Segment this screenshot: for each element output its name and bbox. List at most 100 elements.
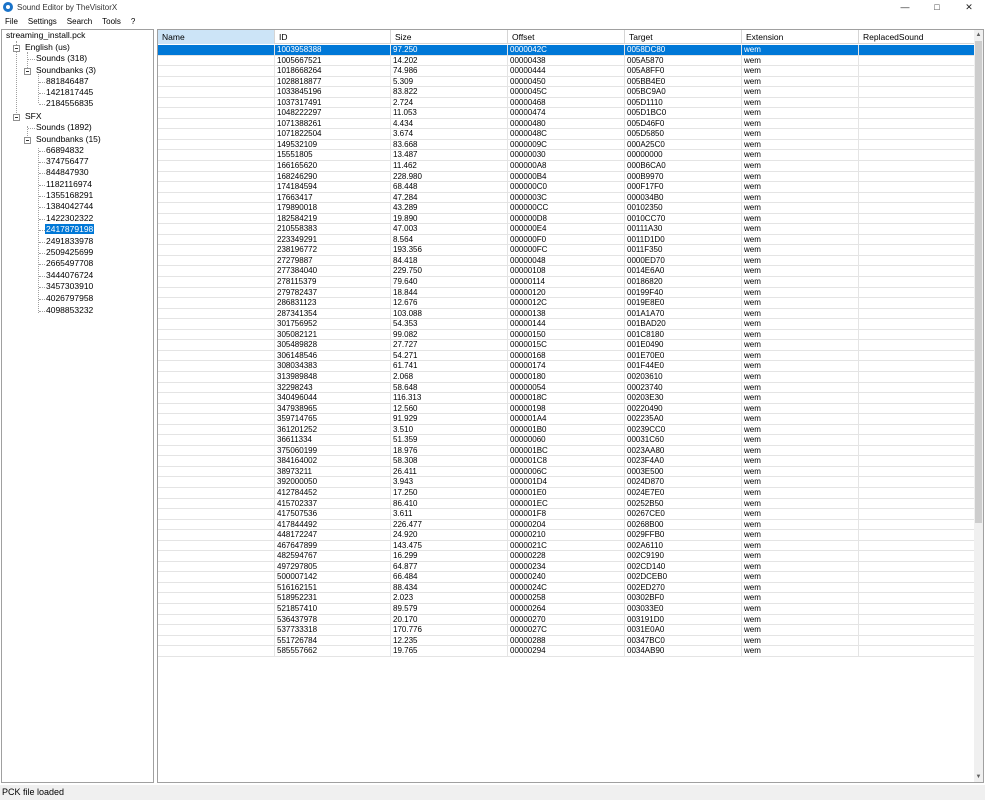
table-row[interactable]: 1018668264 74.986 00000444 005A8FF0 wem	[158, 66, 976, 77]
table-row[interactable]: 392000050 3.943 000001D4 0024D870 wem	[158, 477, 976, 488]
tree-bank[interactable]: 1384042744	[45, 201, 94, 212]
table-row[interactable]: 537733318 170.776 0000027C 0031E0A0 wem	[158, 625, 976, 636]
table-row[interactable]: 1071822504 3.674 0000048C 005D5850 wem	[158, 129, 976, 140]
scroll-up-icon[interactable]: ▲	[974, 30, 983, 40]
table-row[interactable]: 412784452 17.250 000001E0 0024E7E0 wem	[158, 487, 976, 499]
collapse-sfx-soundbanks-icon[interactable]	[24, 137, 31, 144]
column-header-name[interactable]: Name	[158, 30, 275, 44]
table-row[interactable]: 308034383 61.741 00000174 001F44E0 wem	[158, 361, 976, 372]
tree-bank[interactable]: 1422302322	[45, 213, 94, 224]
tree-root[interactable]: streaming_install.pck	[5, 30, 86, 41]
table-row[interactable]: 500007142 66.484 00000240 002DCEB0 wem	[158, 572, 976, 583]
maximize-icon[interactable]: □	[921, 0, 953, 14]
tree-bank[interactable]: 3457303910	[45, 281, 94, 292]
table-row[interactable]: 417507536 3.611 000001F8 00267CE0 wem	[158, 509, 976, 520]
table-row[interactable]: 305082121 99.082 00000150 001C8180 wem	[158, 329, 976, 341]
table-row[interactable]: 36611334 51.359 00000060 00031C60 wem	[158, 435, 976, 446]
tree-node-english-soundbanks[interactable]: Soundbanks (3)	[35, 65, 97, 76]
scroll-down-icon[interactable]: ▼	[974, 772, 983, 782]
tree-bank[interactable]: 844847930	[45, 167, 90, 178]
table-row[interactable]: 32298243 58.648 00000054 00023740 wem	[158, 382, 976, 394]
table-row[interactable]: 467647899 143.475 0000021C 002A6110 wem	[158, 540, 976, 552]
table-row[interactable]: 1003958388 97.250 0000042C 0058DC80 wem	[158, 45, 976, 56]
menu-file[interactable]: File	[0, 17, 23, 26]
tree-node-english[interactable]: English (us)	[24, 42, 71, 53]
column-header-extension[interactable]: Extension	[742, 30, 859, 44]
minimize-icon[interactable]: —	[889, 0, 921, 14]
table-row[interactable]: 277384040 229.750 00000108 0014E6A0 wem	[158, 266, 976, 278]
table-row[interactable]: 1028818877 5.309 00000450 005BB4E0 wem	[158, 76, 976, 88]
table-row[interactable]: 313989848 2.068 00000180 00203610 wem	[158, 371, 976, 383]
table-row[interactable]: 301756952 54.353 00000144 001BAD20 wem	[158, 319, 976, 330]
menu-help[interactable]: ?	[126, 17, 140, 26]
tree-bank-selected[interactable]: 2417879198	[45, 224, 95, 235]
table-row[interactable]: 415702337 86.410 000001EC 00252B50 wem	[158, 498, 976, 510]
menu-search[interactable]: Search	[62, 17, 97, 26]
table-row[interactable]: 497297805 64.877 00000234 002CD140 wem	[158, 561, 976, 573]
table-row[interactable]: 182584219 19.890 000000D8 0010CC70 wem	[158, 213, 976, 225]
table-row[interactable]: 149532109 83.668 0000009C 000A25C0 wem	[158, 139, 976, 151]
table-row[interactable]: 1048222297 11.053 00000474 005D1BC0 wem	[158, 108, 976, 119]
column-header-offset[interactable]: Offset	[508, 30, 625, 44]
column-header-target[interactable]: Target	[625, 30, 742, 44]
column-header-replacedsound[interactable]: ReplacedSound	[859, 30, 976, 44]
table-row[interactable]: 278115379 79.640 00000114 00186820 wem	[158, 277, 976, 288]
tree-bank[interactable]: 2665497708	[45, 258, 94, 269]
tree-bank[interactable]: 2509425699	[45, 247, 94, 258]
scrollbar-thumb[interactable]	[975, 41, 982, 523]
table-row[interactable]: 384164002 58.308 000001C8 0023F4A0 wem	[158, 456, 976, 467]
table-row[interactable]: 17663417 47.284 0000003C 000034B0 wem	[158, 192, 976, 204]
table-row[interactable]: 179890018 43.289 000000CC 00102350 wem	[158, 203, 976, 214]
table-row[interactable]: 238196772 193.356 000000FC 0011F350 wem	[158, 245, 976, 256]
tree-bank[interactable]: 881846487	[45, 76, 90, 87]
collapse-sfx-icon[interactable]	[13, 114, 20, 121]
table-row[interactable]: 210558383 47.003 000000E4 00111A30 wem	[158, 224, 976, 235]
tree-bank[interactable]: 2491833978	[45, 236, 94, 247]
table-row[interactable]: 1037317491 2.724 00000468 005D1110 wem	[158, 97, 976, 109]
table-row[interactable]: 521857410 89.579 00000264 003033E0 wem	[158, 603, 976, 615]
table-row[interactable]: 536437978 20.170 00000270 003191D0 wem	[158, 614, 976, 626]
table-row[interactable]: 448172247 24.920 00000210 0029FFB0 wem	[158, 530, 976, 541]
tree-bank[interactable]: 4026797958	[45, 293, 94, 304]
table-row[interactable]: 15551805 13.487 00000030 00000000 wem	[158, 150, 976, 162]
table-row[interactable]: 1033845196 83.822 0000045C 005BC9A0 wem	[158, 87, 976, 98]
table-row[interactable]: 482594767 16.299 00000228 002C9190 wem	[158, 551, 976, 562]
column-header-size[interactable]: Size	[391, 30, 508, 44]
table-row[interactable]: 166165620 11.462 000000A8 000B6CA0 wem	[158, 161, 976, 172]
table-row[interactable]: 361201252 3.510 000001B0 00239CC0 wem	[158, 424, 976, 436]
tree-bank[interactable]: 1355168291	[45, 190, 94, 201]
column-header-id[interactable]: ID	[275, 30, 391, 44]
tree-node-sfx-sounds[interactable]: Sounds (1892)	[35, 122, 93, 133]
table-row[interactable]: 27279887 84.418 00000048 0000ED70 wem	[158, 255, 976, 267]
table-row[interactable]: 223349291 8.564 000000F0 0011D1D0 wem	[158, 234, 976, 246]
tree-node-sfx[interactable]: SFX	[24, 111, 43, 122]
table-row[interactable]: 359714765 91.929 000001A4 002235A0 wem	[158, 414, 976, 425]
sound-grid[interactable]: Name ID Size Offset Target Extension Rep…	[157, 29, 984, 783]
close-icon[interactable]: ✕	[953, 0, 985, 14]
table-row[interactable]: 417844492 226.477 00000204 00268B00 wem	[158, 519, 976, 531]
table-row[interactable]: 279782437 18.844 00000120 00199F40 wem	[158, 287, 976, 299]
table-row[interactable]: 1071388261 4.434 00000480 005D46F0 wem	[158, 118, 976, 130]
table-row[interactable]: 174184594 68.448 000000C0 000F17F0 wem	[158, 182, 976, 193]
table-row[interactable]: 516162151 88.434 0000024C 002ED270 wem	[158, 582, 976, 594]
table-row[interactable]: 1005667521 14.202 00000438 005A5870 wem	[158, 55, 976, 67]
vertical-scrollbar[interactable]: ▲ ▼	[974, 30, 983, 782]
table-row[interactable]: 551726784 12.235 00000288 00347BC0 wem	[158, 635, 976, 647]
tree-bank[interactable]: 1182116974	[45, 179, 93, 190]
table-row[interactable]: 286831123 12.676 0000012C 0019E8E0 wem	[158, 298, 976, 309]
table-row[interactable]: 38973211 26.411 0000006C 0003E500 wem	[158, 466, 976, 478]
table-row[interactable]: 375060199 18.976 000001BC 0023AA80 wem	[158, 445, 976, 457]
tree-bank[interactable]: 1421817445	[45, 87, 94, 98]
menu-tools[interactable]: Tools	[97, 17, 126, 26]
table-row[interactable]: 518952231 2.023 00000258 00302BF0 wem	[158, 593, 976, 604]
menu-settings[interactable]: Settings	[23, 17, 62, 26]
tree-bank[interactable]: 374756477	[45, 156, 90, 167]
table-row[interactable]: 168246290 228.980 000000B4 000B9970 wem	[158, 171, 976, 183]
table-row[interactable]: 340496044 116.313 0000018C 00203E30 wem	[158, 393, 976, 404]
tree-node-sfx-soundbanks[interactable]: Soundbanks (15)	[35, 134, 102, 145]
tree-bank[interactable]: 3444076724	[45, 270, 94, 281]
table-row[interactable]: 347938965 12.560 00000198 00220490 wem	[158, 403, 976, 415]
table-row[interactable]: 306148546 54.271 00000168 001E70E0 wem	[158, 350, 976, 362]
collapse-english-icon[interactable]	[13, 45, 20, 52]
table-row[interactable]: 305489828 27.727 0000015C 001E0490 wem	[158, 340, 976, 351]
